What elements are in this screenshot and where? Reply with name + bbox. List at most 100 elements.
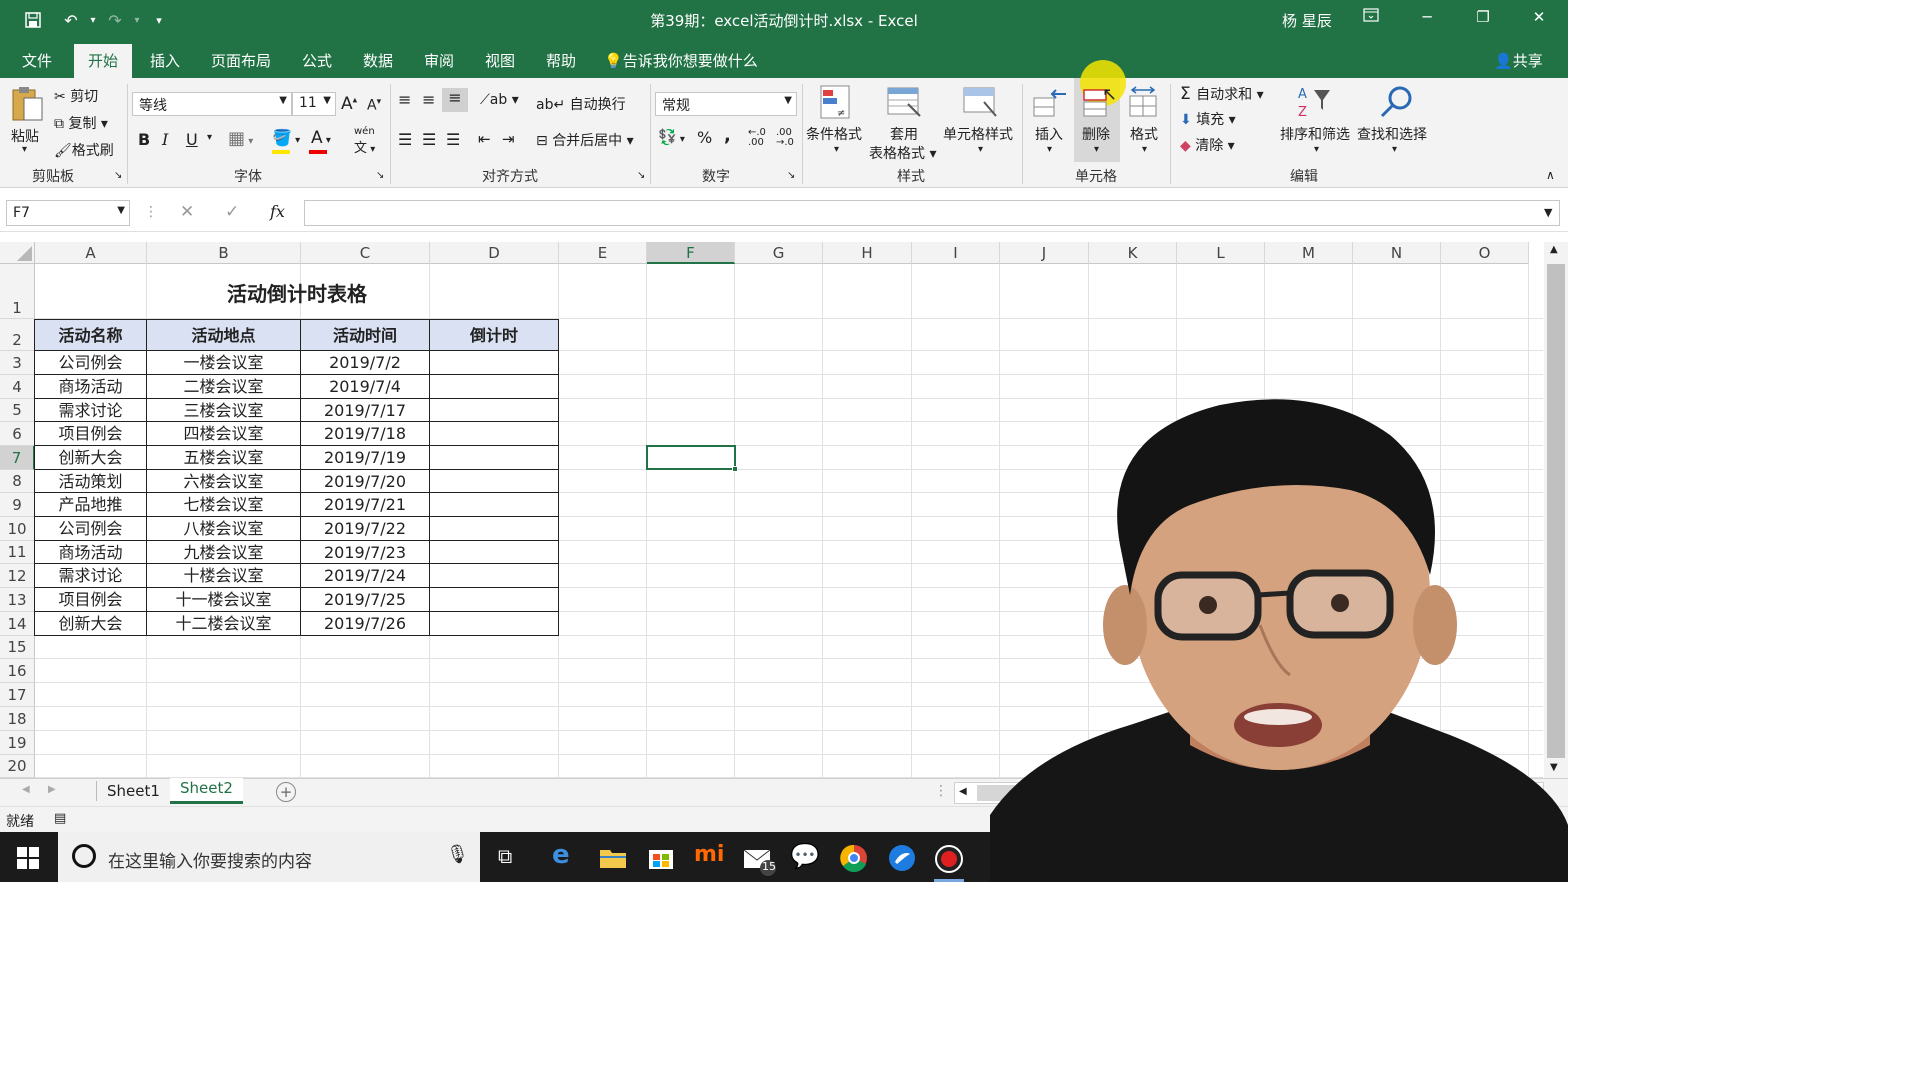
file-explorer-icon[interactable] [598, 844, 628, 870]
autosum-button[interactable]: Σ 自动求和 ▾ [1180, 84, 1264, 104]
phonetic-icon[interactable]: wén 文 ▾ [354, 126, 375, 156]
prev-sheet-icon[interactable]: ◀ [22, 784, 30, 795]
row-header[interactable]: 5 [0, 399, 35, 422]
tab-formulas[interactable]: 公式 [302, 48, 332, 78]
row-header[interactable]: 20 [0, 755, 35, 778]
row-header[interactable]: 13 [0, 588, 35, 612]
row-header[interactable]: 7 [0, 446, 35, 470]
align-left-icon[interactable]: ☰ [398, 130, 412, 149]
table-cell[interactable]: 2019/7/21 [301, 493, 430, 517]
table-cell[interactable]: 八楼会议室 [147, 517, 301, 541]
next-sheet-icon[interactable]: ▶ [48, 784, 56, 795]
format-cells-button[interactable]: 格式 [1130, 124, 1158, 144]
clipboard-launcher-icon[interactable]: ↘ [114, 170, 122, 181]
tab-splitter-icon[interactable]: ⋮ [934, 783, 948, 799]
row-header[interactable]: 1 [0, 264, 35, 319]
table-header-cell[interactable]: 活动时间 [301, 320, 430, 351]
column-header[interactable]: E [559, 242, 647, 264]
table-cell[interactable]: 十一楼会议室 [147, 588, 301, 612]
table-cell[interactable]: 2019/7/20 [301, 470, 430, 493]
sort-filter-button[interactable]: 排序和筛选 [1280, 124, 1350, 144]
cell-styles-icon[interactable] [960, 84, 1000, 120]
table-cell[interactable]: 商场活动 [35, 375, 147, 399]
table-header-cell[interactable]: 倒计时 [430, 320, 558, 351]
row-header[interactable]: 8 [0, 470, 35, 493]
italic-button[interactable]: I [162, 130, 168, 149]
row-header[interactable]: 11 [0, 541, 35, 564]
tab-help[interactable]: 帮助 [546, 48, 576, 78]
column-header[interactable]: F [647, 242, 735, 264]
row-header[interactable]: 6 [0, 422, 35, 446]
table-cell[interactable] [430, 612, 558, 635]
increase-decimal-icon[interactable]: ←.0.00 [748, 128, 766, 148]
font-name-select[interactable]: 等线 ▼ [132, 92, 292, 116]
tab-view[interactable]: 视图 [485, 48, 515, 78]
table-cell[interactable]: 2019/7/19 [301, 446, 430, 470]
tab-home[interactable]: 开始 [74, 44, 133, 78]
store-icon[interactable] [646, 844, 676, 870]
row-header[interactable]: 4 [0, 375, 35, 399]
row-header[interactable]: 18 [0, 707, 35, 731]
column-header[interactable]: A [35, 242, 147, 264]
scroll-left-icon[interactable]: ◀ [959, 786, 967, 797]
windows-start-icon[interactable] [16, 846, 40, 870]
table-cell[interactable]: 2019/7/17 [301, 399, 430, 422]
bold-button[interactable]: B [138, 130, 150, 149]
insert-function-icon[interactable]: fx [270, 202, 285, 221]
table-cell[interactable]: 项目例会 [35, 588, 147, 612]
user-name[interactable]: 杨 星辰 [1282, 10, 1332, 31]
alignment-launcher-icon[interactable]: ↘ [637, 170, 645, 181]
format-as-table-line2[interactable]: 表格格式 ▾ [869, 143, 936, 163]
table-cell[interactable]: 2019/7/26 [301, 612, 430, 635]
table-header-cell[interactable]: 活动名称 [35, 320, 147, 351]
tab-insert[interactable]: 插入 [150, 48, 180, 78]
insert-cells-button[interactable]: 插入 [1035, 124, 1063, 144]
table-cell[interactable]: 五楼会议室 [147, 446, 301, 470]
restore-icon[interactable]: ❐ [1468, 8, 1498, 32]
clear-button[interactable]: ◆ 清除 ▾ [1180, 135, 1235, 155]
table-cell[interactable]: 公司例会 [35, 351, 147, 375]
fill-button[interactable]: ⬇ 填充 ▾ [1180, 109, 1236, 129]
table-cell[interactable]: 2019/7/4 [301, 375, 430, 399]
insert-cells-icon[interactable] [1032, 84, 1068, 120]
delete-dropdown-icon[interactable]: ▾ [1094, 144, 1099, 155]
table-cell[interactable] [430, 470, 558, 493]
percent-button[interactable]: % [697, 128, 712, 147]
select-all-corner[interactable] [0, 242, 35, 264]
font-launcher-icon[interactable]: ↘ [376, 170, 384, 181]
increase-indent-icon[interactable]: ⇥ [502, 130, 515, 148]
align-center-icon[interactable]: ☰ [422, 130, 436, 149]
table-cell[interactable] [430, 422, 558, 446]
find-dropdown-icon[interactable]: ▾ [1392, 144, 1397, 155]
table-cell[interactable]: 七楼会议室 [147, 493, 301, 517]
mail-icon[interactable]: 15 [742, 842, 776, 876]
active-cell-selection[interactable] [646, 445, 736, 470]
table-cell[interactable] [430, 375, 558, 399]
underline-dropdown-icon[interactable]: ▾ [207, 132, 212, 143]
table-cell[interactable]: 十二楼会议室 [147, 612, 301, 635]
align-bottom-icon[interactable]: ≡ [442, 88, 468, 112]
column-header[interactable]: C [301, 242, 430, 264]
table-cell[interactable]: 2019/7/2 [301, 351, 430, 375]
mi-icon[interactable]: mi [694, 842, 724, 867]
table-cell[interactable]: 需求讨论 [35, 399, 147, 422]
fill-handle[interactable] [732, 466, 738, 472]
table-cell[interactable] [430, 588, 558, 612]
font-color-icon[interactable]: A ▾ [311, 128, 331, 148]
table-cell[interactable]: 六楼会议室 [147, 470, 301, 493]
row-header[interactable]: 3 [0, 351, 35, 375]
orientation-icon[interactable]: ⟋ab ▾ [480, 92, 519, 108]
formula-input[interactable] [304, 200, 1560, 226]
table-cell[interactable]: 九楼会议室 [147, 541, 301, 564]
sheet-tab-sheet2[interactable]: Sheet2 [170, 778, 243, 804]
tab-page-layout[interactable]: 页面布局 [211, 48, 271, 78]
edge-icon[interactable]: e [552, 840, 570, 870]
borders-icon[interactable]: ▦ ▾ [228, 128, 253, 149]
format-as-table-line1[interactable]: 套用 [890, 124, 918, 144]
column-header[interactable]: K [1089, 242, 1177, 264]
column-header[interactable]: M [1265, 242, 1353, 264]
comma-button[interactable]: , [724, 125, 731, 146]
chrome-icon[interactable] [840, 844, 868, 872]
tell-me-box[interactable]: 💡告诉我你想要做什么 [604, 48, 758, 78]
cut-button[interactable]: ✂ 剪切 [54, 86, 98, 106]
